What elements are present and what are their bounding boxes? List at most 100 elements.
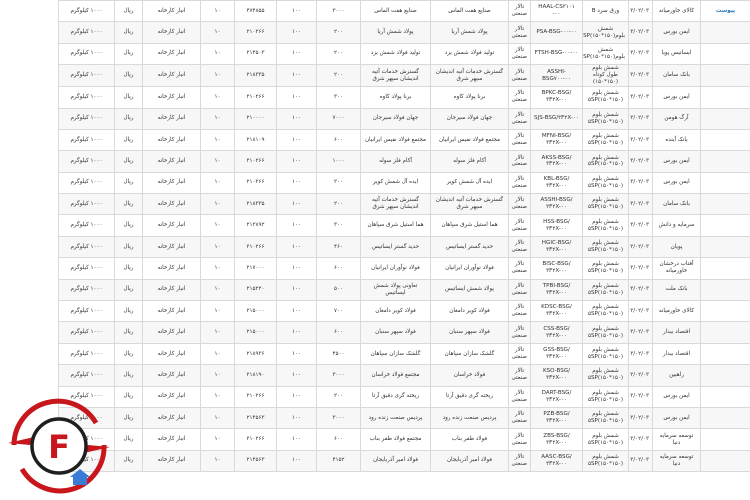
warehouse-cell: انبار کارخانه — [142, 342, 201, 366]
min-offer-cell: ۱۰۰ — [276, 406, 317, 430]
table-row: بانک سامان۱۴۰۳/۰۲/۰۳شمش بلوم طول کوتاه (… — [58, 64, 750, 88]
supplier-cell: بانک آینده — [652, 128, 701, 152]
price-cell: ۲۱۸۱۹۰ — [234, 364, 277, 387]
price-cell: ۲۱۴۵۶۳ — [234, 406, 277, 430]
product-cell: شمش بلوم ۵SP(۱۵۰*۱۵۰) — [582, 406, 629, 430]
action-cell[interactable]: پیوست — [700, 0, 750, 23]
action-cell — [700, 406, 750, 430]
price-cell: ۲۱۰۲۶۶ — [234, 385, 277, 408]
action-cell — [700, 150, 750, 173]
supplier-cell: پویان — [652, 235, 701, 259]
volume-cell: ۱۰۰۰ — [316, 150, 361, 173]
producer-cell: پولاد شمش ایساتیس — [430, 278, 509, 302]
symbol-cell: SJS-BSG/۳F۲X-۰۰ — [530, 107, 583, 130]
min-offer-cell: ۱۰۰ — [276, 171, 317, 195]
hall-cell: تالار صنعتی — [508, 107, 531, 130]
price-cell: ۲۱۸۹۳۶ — [234, 342, 277, 366]
currency-cell: ریال — [114, 364, 143, 387]
date-cell: ۱۴۰۳/۰۲/۰۳ — [628, 235, 653, 259]
unit-cell: ۱۰۰۰ کیلوگرم — [58, 300, 115, 323]
price-cell: ۲۱۸۳۳۵ — [234, 193, 277, 216]
min-offer-cell: ۱۰۰ — [276, 428, 317, 451]
delivery-cell: ۱۰ — [200, 193, 235, 216]
symbol-cell: HSS-BSG/۳F۲X-۰۰ — [530, 214, 583, 237]
producer-cell: تولید فولاد شمش یزد — [430, 42, 509, 66]
unit-cell: ۱۰۰۰ کیلوگرم — [58, 107, 115, 130]
product-cell: شمش بلوم ۵SP(۱۵۰*۱۵۰) — [582, 150, 629, 173]
min-offer-cell: ۱۰۰ — [276, 214, 317, 237]
product-cell: شمش بلوم ۵SP(۱۵۰*۱۵۰) — [582, 364, 629, 387]
unit-cell: ۱۰۰۰ کیلوگرم — [58, 150, 115, 173]
hall-cell: تالار صنعتی — [508, 150, 531, 173]
volume-cell: ۳۰۰ — [316, 214, 361, 237]
currency-cell: ریال — [114, 128, 143, 152]
min-offer-cell: ۱۰۰ — [276, 385, 317, 408]
volume-cell: ۲۰۰ — [316, 42, 361, 66]
volume-cell: ۲۰۰ — [316, 171, 361, 195]
product-cell: شمش بلوم ۵SP(۱۵۰*۱۵۰) — [582, 342, 629, 366]
delivery-cell: ۱۰ — [200, 128, 235, 152]
min-offer-cell: ۱۰۰ — [276, 257, 317, 280]
price-cell: ۲۱۰۲۶۶ — [234, 171, 277, 195]
producer-cell: فولاد خراسان — [430, 364, 509, 387]
price-cell: ۲۱۴۵۰۳ — [234, 42, 277, 66]
seller-cell: فولاد نوآوران ایرانیان — [360, 257, 431, 280]
price-cell: ۲۱۵۲۲۰ — [234, 278, 277, 302]
volume-cell: ۴۵۰۰ — [316, 342, 361, 366]
currency-cell: ریال — [114, 428, 143, 451]
currency-cell: ریال — [114, 171, 143, 195]
supplier-cell: ایمن بورس — [652, 21, 701, 44]
warehouse-cell: انبار کارخانه — [142, 171, 201, 195]
hall-cell: تالار صنعتی — [508, 193, 531, 216]
product-cell: شمش بلوم ۵SP(۱۵۰*۱۵۰) — [582, 86, 629, 109]
seller-cell: هما استیل شرق سپاهان — [360, 214, 431, 237]
currency-cell: ریال — [114, 300, 143, 323]
min-offer-cell: ۱۰۰ — [276, 107, 317, 130]
unit-cell: ۱۰۰۰ کیلوگرم — [58, 42, 115, 66]
date-cell: ۱۴۰۳/۰۲/۰۳ — [628, 257, 653, 280]
price-cell: ۲۱۰۲۶۶ — [234, 150, 277, 173]
supplier-cell: توسعه سرمایه دنیا — [652, 428, 701, 451]
symbol-cell: KBL-BSG/۳F۲X-۰۰ — [530, 171, 583, 195]
table-row: آرگ هومن۱۴۰۳/۰۲/۰۳شمش بلوم ۵SP(۱۵۰*۱۵۰)S… — [58, 107, 750, 130]
currency-cell: ریال — [114, 150, 143, 173]
symbol-cell: KDSC-BSG/۳F۲X-۰۰ — [530, 300, 583, 323]
min-offer-cell: ۱۰۰ — [276, 150, 317, 173]
volume-cell: ۶۰۰ — [316, 428, 361, 451]
supplier-cell: بانک سامان — [652, 193, 701, 216]
volume-cell: ۷۰۰۰ — [316, 107, 361, 130]
min-offer-cell: ۱۰۰ — [276, 86, 317, 109]
warehouse-cell: انبار کارخانه — [142, 364, 201, 387]
warehouse-cell: انبار کارخانه — [142, 86, 201, 109]
action-cell — [700, 342, 750, 366]
product-cell: شمش بلوم ۵SP(۱۵۰*۱۵۰) — [582, 321, 629, 344]
symbol-cell: MFNI-BSG/۳F۲X-۰۰ — [530, 128, 583, 152]
supplier-cell: کالای خاورمیانه — [652, 300, 701, 323]
seller-cell: مجتمع فولاد نفیس ایرانیان — [360, 128, 431, 152]
producer-cell: فولاد ظفر بناب — [430, 428, 509, 451]
currency-cell: ریال — [114, 42, 143, 66]
volume-cell: ۳۰۰۰ — [316, 0, 361, 23]
date-cell: ۱۴۰۳/۰۲/۰۳ — [628, 0, 653, 23]
producer-cell: فولاد کویر دامغان — [430, 300, 509, 323]
product-cell: شمش بلوم ۵SP(۱۵۰*۱۵۰) — [582, 171, 629, 195]
table-row: ایمن بورس۱۴۰۳/۰۲/۰۳شمش بلوم ۵SP(۱۵۰*۱۵۰)… — [58, 385, 750, 408]
currency-cell: ریال — [114, 0, 143, 23]
symbol-cell: AASC-BSG/۳F۲X-۰۰ — [530, 449, 583, 473]
seller-cell: فولاد کویر دامغان — [360, 300, 431, 323]
warehouse-cell: انبار کارخانه — [142, 385, 201, 408]
product-cell: شمش بلوم ۵SP(۱۵۰*۱۵۰) — [582, 385, 629, 408]
producer-cell: گسترش خدمات آتیه اندیشان سپهر شرق — [430, 64, 509, 88]
date-cell: ۱۴۰۳/۰۲/۰۳ — [628, 64, 653, 88]
currency-cell: ریال — [114, 342, 143, 366]
currency-cell: ریال — [114, 193, 143, 216]
delivery-cell: ۱۰ — [200, 278, 235, 302]
product-cell: شمش بلوم طول کوتاه (۱۵۰*۱۵۰) — [582, 64, 629, 88]
supplier-cell: کالای خاورمیانه — [652, 0, 701, 23]
seller-cell: مجتمع فولاد خراسان — [360, 364, 431, 387]
volume-cell: ۴۶۰ — [316, 235, 361, 259]
seller-cell: ایده آل شمش کویر — [360, 171, 431, 195]
volume-cell: ۵۰۰ — [316, 278, 361, 302]
currency-cell: ریال — [114, 449, 143, 473]
warehouse-cell: انبار کارخانه — [142, 42, 201, 66]
